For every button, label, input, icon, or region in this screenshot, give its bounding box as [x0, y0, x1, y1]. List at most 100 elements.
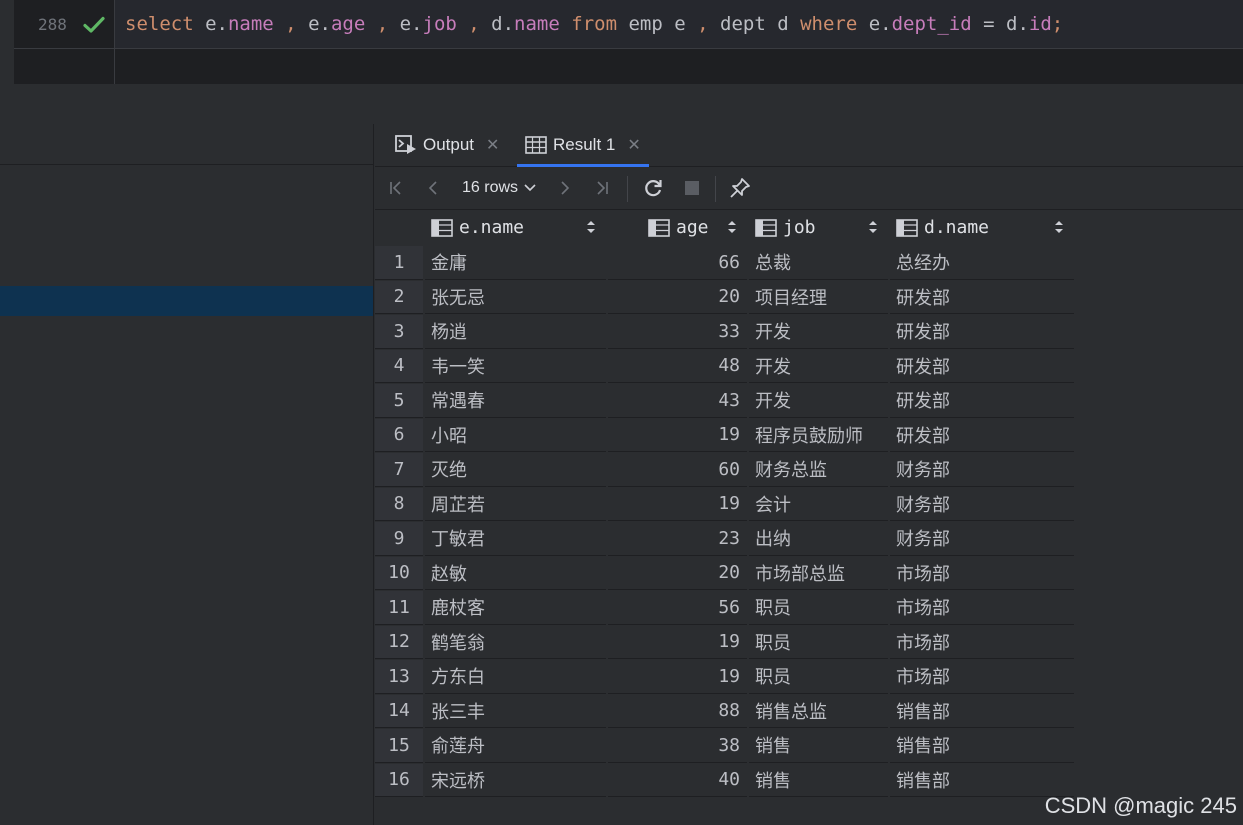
name-cell[interactable]: 张无忌 [425, 280, 606, 314]
age-cell[interactable]: 23 [608, 522, 747, 556]
job-cell[interactable]: 程序员鼓励师 [749, 418, 888, 452]
name-cell[interactable]: 鹿杖客 [425, 591, 606, 625]
job-cell[interactable]: 会计 [749, 487, 888, 521]
prev-page-icon[interactable] [422, 176, 446, 200]
sql-editor[interactable]: 288 select e.name , e.age , e.job , d.na… [0, 0, 1243, 84]
name-cell[interactable]: 鹤笔翁 [425, 625, 606, 659]
first-page-icon[interactable] [385, 176, 409, 200]
name-cell[interactable]: 金庸 [425, 246, 606, 280]
age-cell[interactable]: 56 [608, 591, 747, 625]
row-number-cell[interactable]: 5 [375, 384, 423, 418]
name-cell[interactable]: 方东白 [425, 660, 606, 694]
row-number-cell[interactable]: 12 [375, 625, 423, 659]
table-row[interactable]: 13 方东白 19 职员 市场部 [375, 660, 1075, 695]
name-cell[interactable]: 韦一笑 [425, 349, 606, 383]
table-row[interactable]: 7 灭绝 60 财务总监 财务部 [375, 453, 1075, 488]
name-cell[interactable]: 杨逍 [425, 315, 606, 349]
refresh-icon[interactable] [641, 176, 665, 200]
job-cell[interactable]: 总裁 [749, 246, 888, 280]
name-cell[interactable]: 小昭 [425, 418, 606, 452]
table-row[interactable]: 3 杨逍 33 开发 研发部 [375, 315, 1075, 350]
sort-icon[interactable] [586, 220, 596, 234]
code-line-area[interactable]: select e.name , e.age , e.job , d.name f… [115, 0, 1243, 48]
name-cell[interactable]: 宋远桥 [425, 763, 606, 797]
column-header-d-name[interactable]: d.name [890, 210, 1074, 245]
row-number-cell[interactable]: 8 [375, 487, 423, 521]
job-cell[interactable]: 项目经理 [749, 280, 888, 314]
dept-name-cell[interactable]: 研发部 [890, 315, 1074, 349]
dept-name-cell[interactable]: 研发部 [890, 349, 1074, 383]
dept-name-cell[interactable]: 市场部 [890, 625, 1074, 659]
job-cell[interactable]: 出纳 [749, 522, 888, 556]
job-cell[interactable]: 财务总监 [749, 453, 888, 487]
tab-output[interactable]: Output ✕ [395, 124, 499, 166]
sql-query-line[interactable]: select e.name , e.age , e.job , d.name f… [125, 12, 1063, 36]
dept-name-cell[interactable]: 研发部 [890, 418, 1074, 452]
name-cell[interactable]: 丁敏君 [425, 522, 606, 556]
column-header-age[interactable]: age [608, 210, 747, 245]
table-row[interactable]: 6 小昭 19 程序员鼓励师 研发部 [375, 418, 1075, 454]
table-row[interactable]: 15 俞莲舟 38 销售 销售部 [375, 729, 1075, 764]
age-cell[interactable]: 19 [608, 625, 747, 659]
name-cell[interactable]: 俞莲舟 [425, 729, 606, 763]
job-cell[interactable]: 职员 [749, 660, 888, 694]
job-cell[interactable]: 销售总监 [749, 694, 888, 728]
stop-icon[interactable] [680, 176, 704, 200]
name-cell[interactable]: 赵敏 [425, 556, 606, 590]
row-number-cell[interactable]: 4 [375, 349, 423, 383]
table-row[interactable]: 16 宋远桥 40 销售 销售部 [375, 763, 1075, 799]
table-row[interactable]: 5 常遇春 43 开发 研发部 [375, 384, 1075, 419]
row-number-cell[interactable]: 16 [375, 763, 423, 797]
job-cell[interactable]: 销售 [749, 763, 888, 797]
close-icon[interactable]: ✕ [486, 135, 499, 155]
dept-name-cell[interactable]: 市场部 [890, 660, 1074, 694]
row-number-cell[interactable]: 11 [375, 591, 423, 625]
table-row[interactable]: 4 韦一笑 48 开发 研发部 [375, 349, 1075, 385]
table-row[interactable]: 10 赵敏 20 市场部总监 市场部 [375, 556, 1075, 592]
name-cell[interactable]: 张三丰 [425, 694, 606, 728]
dept-name-cell[interactable]: 市场部 [890, 591, 1074, 625]
table-row[interactable]: 14 张三丰 88 销售总监 销售部 [375, 694, 1075, 730]
job-cell[interactable]: 开发 [749, 349, 888, 383]
row-number-cell[interactable]: 13 [375, 660, 423, 694]
dept-name-cell[interactable]: 财务部 [890, 487, 1074, 521]
table-row[interactable]: 1 金庸 66 总裁 总经办 [375, 246, 1075, 281]
job-cell[interactable]: 开发 [749, 384, 888, 418]
job-cell[interactable]: 职员 [749, 591, 888, 625]
age-cell[interactable]: 19 [608, 660, 747, 694]
name-cell[interactable]: 周芷若 [425, 487, 606, 521]
dept-name-cell[interactable]: 销售部 [890, 729, 1074, 763]
close-icon[interactable]: ✕ [627, 135, 640, 155]
row-number-cell[interactable]: 7 [375, 453, 423, 487]
rows-count-select[interactable]: 16 rows [462, 176, 536, 200]
table-row[interactable]: 2 张无忌 20 项目经理 研发部 [375, 280, 1075, 316]
row-number-cell[interactable]: 3 [375, 315, 423, 349]
age-cell[interactable]: 88 [608, 694, 747, 728]
dept-name-cell[interactable]: 总经办 [890, 246, 1074, 280]
dept-name-cell[interactable]: 财务部 [890, 453, 1074, 487]
table-row[interactable]: 12 鹤笔翁 19 职员 市场部 [375, 625, 1075, 661]
age-cell[interactable]: 66 [608, 246, 747, 280]
row-number-cell[interactable]: 1 [375, 246, 423, 280]
next-page-icon[interactable] [552, 176, 576, 200]
sort-icon[interactable] [727, 220, 737, 234]
selected-tree-row[interactable] [0, 286, 374, 316]
age-cell[interactable]: 20 [608, 556, 747, 590]
last-page-icon[interactable] [589, 176, 613, 200]
dept-name-cell[interactable]: 销售部 [890, 763, 1074, 797]
table-row[interactable]: 9 丁敏君 23 出纳 财务部 [375, 522, 1075, 557]
table-row[interactable]: 8 周芷若 19 会计 财务部 [375, 487, 1075, 523]
age-cell[interactable]: 43 [608, 384, 747, 418]
column-header-job[interactable]: job [749, 210, 888, 245]
pin-icon[interactable] [728, 176, 752, 200]
name-cell[interactable]: 灭绝 [425, 453, 606, 487]
age-cell[interactable]: 38 [608, 729, 747, 763]
dept-name-cell[interactable]: 研发部 [890, 384, 1074, 418]
column-header-e-name[interactable]: e.name [425, 210, 606, 245]
row-number-cell[interactable]: 10 [375, 556, 423, 590]
dept-name-cell[interactable]: 市场部 [890, 556, 1074, 590]
row-number-cell[interactable]: 14 [375, 694, 423, 728]
sort-icon[interactable] [1054, 220, 1064, 234]
age-cell[interactable]: 40 [608, 763, 747, 797]
job-cell[interactable]: 销售 [749, 729, 888, 763]
